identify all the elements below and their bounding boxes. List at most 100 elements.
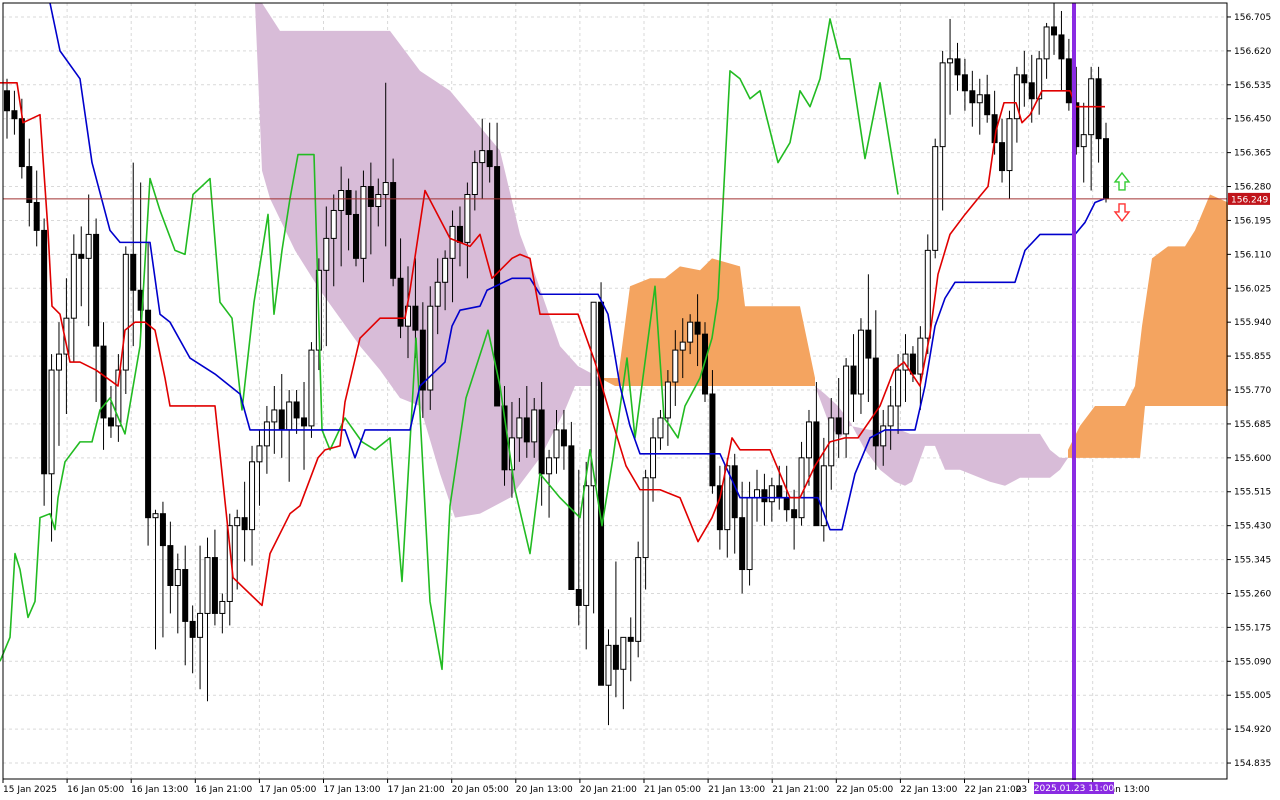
bear-candle-body — [1021, 74, 1028, 84]
x-tick-label: 22 Jan 05:00 — [836, 785, 893, 795]
bear-candle-body — [159, 513, 166, 547]
bear-candle-body — [984, 94, 991, 116]
bear-candle-body — [278, 409, 285, 431]
bear-candle-body — [1103, 138, 1109, 199]
bull-candle-body — [204, 557, 211, 614]
bear-candle-body — [776, 485, 783, 499]
bear-candle-body — [11, 110, 18, 120]
bull-candle-body — [546, 457, 553, 475]
y-tick-label: 156.620 — [1234, 47, 1271, 57]
y-tick-label: 156.110 — [1234, 250, 1271, 260]
bear-candle-body — [1028, 82, 1035, 100]
bear-candle-body — [954, 58, 961, 76]
bull-candle-body — [650, 437, 657, 479]
bull-candle-body — [70, 253, 77, 319]
bull-candle-body — [768, 485, 775, 503]
bear-candle-body — [961, 74, 968, 92]
bull-candle-body — [939, 62, 946, 148]
bull-candle-body — [947, 58, 954, 64]
bear-candle-body — [78, 253, 85, 259]
y-tick-label: 154.920 — [1234, 725, 1271, 735]
bull-candle-body — [308, 349, 315, 427]
y-tick-label: 156.195 — [1234, 216, 1271, 226]
bull-candle-body — [48, 369, 55, 475]
bear-candle-body — [739, 517, 746, 571]
bear-candle-body — [694, 321, 701, 335]
bear-candle-body — [107, 417, 114, 427]
bear-candle-body — [1095, 78, 1102, 140]
bear-candle-body — [612, 644, 619, 670]
bull-candle-body — [479, 150, 486, 164]
bear-candle-body — [33, 201, 40, 231]
bull-candle-body — [753, 489, 760, 499]
bear-candle-body — [999, 142, 1006, 172]
y-tick-label: 156.535 — [1234, 81, 1271, 91]
x-tick-label: 16 Jan 21:00 — [195, 785, 252, 795]
bull-candle-body — [197, 612, 204, 638]
bear-candle-body — [783, 497, 790, 511]
y-tick-label: 154.835 — [1234, 759, 1271, 769]
y-tick-label: 155.175 — [1234, 623, 1271, 633]
candle — [41, 218, 48, 506]
bull-candle-body — [338, 190, 345, 211]
bull-candle-body — [1006, 118, 1013, 172]
bear-candle-body — [301, 417, 308, 427]
bull-candle-body — [679, 341, 686, 351]
x-tick-label: 23 — [1016, 785, 1027, 795]
bull-candle-body — [516, 417, 523, 439]
bear-candle-body — [560, 429, 567, 447]
bull-candle-body — [583, 485, 590, 606]
bull-candle-body — [887, 405, 894, 427]
x-tick-label: 17 Jan 05:00 — [259, 785, 316, 795]
bear-candle-body — [813, 421, 820, 527]
bull-candle-body — [805, 421, 812, 459]
bull-candle-body — [1043, 26, 1050, 60]
bear-candle-body — [412, 305, 419, 331]
y-tick-label: 156.025 — [1234, 284, 1271, 294]
bull-candle-body — [620, 636, 627, 670]
bull-candle-body — [442, 257, 449, 283]
bull-candle-body — [249, 461, 256, 531]
bull-candle-body — [843, 365, 850, 435]
bear-candle-body — [865, 329, 872, 359]
bear-candle-body — [575, 588, 582, 606]
x-tick-label: 16 Jan 13:00 — [131, 785, 188, 795]
x-tick-label: 22 Jan 13:00 — [900, 785, 957, 795]
bear-candle-body — [709, 393, 716, 487]
bull-candle-body — [152, 513, 159, 519]
bear-candle-body — [1065, 58, 1072, 104]
bear-candle-body — [4, 90, 10, 112]
bear-candle-body — [791, 509, 798, 519]
bull-candle-body — [635, 557, 642, 642]
bear-candle-body — [167, 545, 174, 586]
bear-candle-body — [130, 253, 137, 291]
bull-candle-body — [271, 409, 278, 423]
bear-candle-body — [1058, 34, 1065, 60]
bull-candle-body — [917, 337, 924, 375]
bear-candle-body — [189, 620, 196, 638]
bull-candle-body — [531, 409, 538, 443]
x-tick-label: 20 Jan 05:00 — [452, 785, 509, 795]
bull-candle-body — [687, 321, 694, 343]
bull-candle-body — [672, 349, 679, 383]
bull-candle-body — [857, 329, 864, 395]
x-tick-label: 21 Jan 05:00 — [644, 785, 701, 795]
x-tick-label: 21 Jan 21:00 — [772, 785, 829, 795]
bull-candle-body — [55, 353, 62, 371]
bear-candle-body — [835, 417, 842, 435]
bear-candle-body — [456, 225, 463, 243]
bull-candle-body — [664, 381, 671, 419]
cursor-time-label: 2025.01.23 11:00 — [1034, 784, 1115, 794]
bear-candle-body — [1051, 26, 1058, 36]
y-tick-label: 155.855 — [1234, 352, 1271, 362]
y-tick-label: 155.005 — [1234, 691, 1271, 701]
bull-candle-body — [605, 644, 612, 686]
bear-candle-body — [598, 301, 605, 686]
bull-candle-body — [330, 209, 337, 239]
bull-candle-body — [263, 421, 270, 447]
bull-candle-body — [976, 94, 983, 104]
ichimoku-chart[interactable]: 156.249 156.705 156.620 156.535 156.450 156.… — [0, 0, 1280, 800]
bear-candle-body — [538, 409, 545, 475]
bear-candle-body — [145, 309, 152, 519]
bear-candle-body — [761, 489, 768, 503]
